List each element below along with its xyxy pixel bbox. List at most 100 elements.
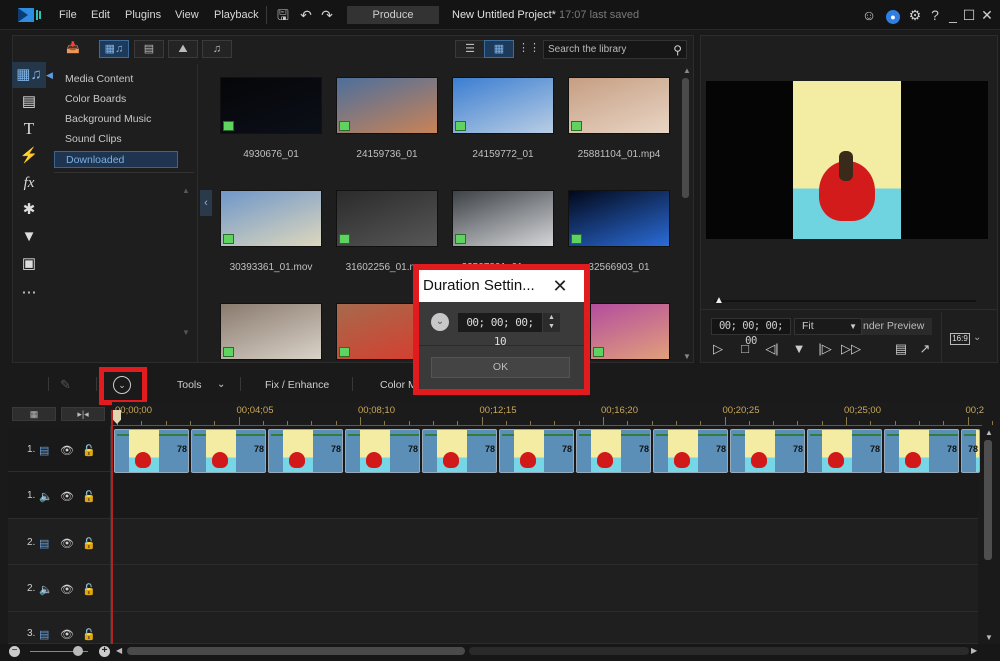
scroll-right-icon[interactable]: ▶ (971, 646, 977, 655)
media-thumbnail[interactable] (590, 303, 670, 360)
filter-video-button[interactable]: ▤ (134, 40, 164, 58)
zoom-select[interactable]: Fit ▼ (794, 318, 862, 335)
timeline-clip[interactable]: 78 (422, 429, 497, 473)
duration-stepper[interactable]: ▲ ▼ (543, 313, 560, 332)
edit-pen-icon[interactable]: ✎ (60, 377, 71, 393)
track-scroll-down[interactable]: ▼ (985, 633, 993, 642)
import-media-icon[interactable]: 📥 (58, 40, 88, 58)
title-room-icon[interactable]: ▤ (12, 89, 46, 115)
visibility-eye-icon[interactable]: 👁 (60, 583, 74, 596)
category-color-boards[interactable]: Color Boards (54, 91, 178, 108)
zoom-out-icon[interactable]: − (9, 646, 20, 657)
help-icon[interactable]: ? (926, 6, 944, 24)
horizontal-scrollbar[interactable] (127, 647, 465, 655)
collapse-panel-button[interactable]: ‹ (200, 190, 212, 216)
library-scrollbar[interactable] (682, 78, 689, 198)
track-row[interactable] (8, 472, 978, 519)
list-view-button[interactable]: ☰ (455, 40, 485, 58)
track-row[interactable] (8, 565, 978, 612)
playhead-line[interactable] (111, 410, 113, 645)
dialog-close-icon[interactable]: ✕ (548, 274, 572, 298)
track-scroll-up[interactable]: ▲ (985, 428, 993, 437)
scroll-left-icon[interactable]: ◀ (116, 646, 122, 655)
media-room-icon[interactable]: ▦♫ (12, 62, 46, 88)
duration-expand-icon[interactable]: ⌄ (431, 313, 449, 331)
undo-icon[interactable]: ↶ (297, 6, 315, 24)
library-scroll-up[interactable]: ▲ (683, 66, 691, 75)
save-icon[interactable]: 🖫 (274, 6, 292, 24)
visibility-eye-icon[interactable]: 👁 (60, 537, 74, 550)
menu-file[interactable]: File (59, 9, 77, 21)
grid-view-button[interactable]: ▦ (484, 40, 514, 58)
timeline-clip[interactable]: 78 (191, 429, 266, 473)
stop-icon[interactable]: □ (735, 341, 755, 357)
snapshot-marker-icon[interactable]: ▼ (789, 341, 809, 357)
zoom-in-icon[interactable]: + (99, 646, 110, 657)
timeline-view-button[interactable]: ▦ (12, 407, 56, 421)
lock-icon[interactable]: 🔓 (82, 537, 96, 550)
timeline-clip[interactable]: 78 (114, 429, 189, 473)
media-thumbnail[interactable] (568, 77, 670, 134)
lock-icon[interactable]: 🔓 (82, 628, 96, 641)
media-thumbnail[interactable] (220, 77, 322, 134)
media-thumbnail[interactable] (452, 190, 554, 247)
preview-quality-icon[interactable]: ▤ (891, 341, 911, 357)
search-icon[interactable]: ⚲ (673, 42, 682, 59)
play-icon[interactable]: ▷ (708, 341, 728, 357)
timeline-clip[interactable]: 78 (884, 429, 959, 473)
track-row[interactable] (8, 612, 978, 644)
redo-icon[interactable]: ↷ (318, 6, 336, 24)
menu-edit[interactable]: Edit (91, 9, 110, 21)
visibility-eye-icon[interactable]: 👁 (60, 490, 74, 503)
sort-icon[interactable]: ⋮⋮ (514, 40, 544, 58)
media-thumbnail[interactable] (220, 303, 322, 360)
fix-enhance-button[interactable]: Fix / Enhance (265, 379, 329, 391)
render-preview-button[interactable]: nder Preview (860, 318, 932, 335)
tools-menu[interactable]: Tools (177, 379, 202, 391)
menu-playback[interactable]: Playback (214, 9, 259, 21)
category-media-content[interactable]: Media Content (54, 71, 178, 88)
settings-icon[interactable]: ⚙ (906, 6, 924, 24)
timeline-clip[interactable]: 78 (499, 429, 574, 473)
ok-button[interactable]: OK (431, 357, 570, 378)
subtitle-room-icon[interactable]: ▣ (12, 251, 46, 277)
color-match-button[interactable]: Color M (380, 379, 417, 391)
tools-chevron-icon[interactable]: ⌄ (217, 379, 225, 390)
timeline-clip[interactable]: 78 (807, 429, 882, 473)
track-row[interactable] (8, 519, 978, 565)
filter-audio-button[interactable]: ♫ (202, 40, 232, 58)
pip-room-icon[interactable]: ✱ (12, 197, 46, 223)
produce-button[interactable]: Produce (347, 6, 439, 24)
category-sound-clips[interactable]: Sound Clips (54, 131, 178, 148)
category-background-music[interactable]: Background Music (54, 111, 178, 128)
category-scroll-down[interactable]: ▼ (182, 328, 190, 337)
category-downloaded[interactable]: Downloaded (54, 151, 178, 168)
horizontal-scroll-track[interactable] (469, 647, 969, 655)
account-icon[interactable]: ☺ (860, 6, 878, 24)
media-thumbnail[interactable] (568, 190, 670, 247)
media-thumbnail[interactable] (336, 77, 438, 134)
search-input[interactable]: Search the library ⚲ (543, 40, 687, 59)
timeline-clip[interactable]: 78 (268, 429, 343, 473)
filter-all-media-button[interactable]: ▦♫ (99, 40, 129, 58)
media-thumbnail[interactable] (336, 190, 438, 247)
stepper-down-icon[interactable]: ▼ (543, 322, 560, 331)
lock-icon[interactable]: 🔓 (82, 583, 96, 596)
lock-icon[interactable]: 🔓 (82, 444, 96, 457)
menu-view[interactable]: View (175, 9, 199, 21)
timeline-clip[interactable]: 78 (345, 429, 420, 473)
visibility-eye-icon[interactable]: 👁 (60, 628, 74, 641)
category-scroll-up[interactable]: ▲ (182, 186, 190, 195)
aspect-dropdown-icon[interactable]: ⌄ (973, 332, 981, 343)
particle-room-icon[interactable]: ▼ (12, 224, 46, 250)
more-icon[interactable]: ⋯ (12, 280, 46, 306)
timeline-clip[interactable]: 78 (730, 429, 805, 473)
timeline-clip[interactable]: 78 (653, 429, 728, 473)
zoom-slider-handle[interactable] (73, 646, 83, 656)
fx-room-icon[interactable]: fx (12, 170, 46, 196)
media-thumbnail[interactable] (220, 190, 322, 247)
previous-frame-icon[interactable]: ◁| (762, 341, 782, 357)
menu-plugins[interactable]: Plugins (125, 9, 161, 21)
media-thumbnail[interactable] (452, 77, 554, 134)
track-vertical-scrollbar[interactable] (984, 440, 992, 560)
